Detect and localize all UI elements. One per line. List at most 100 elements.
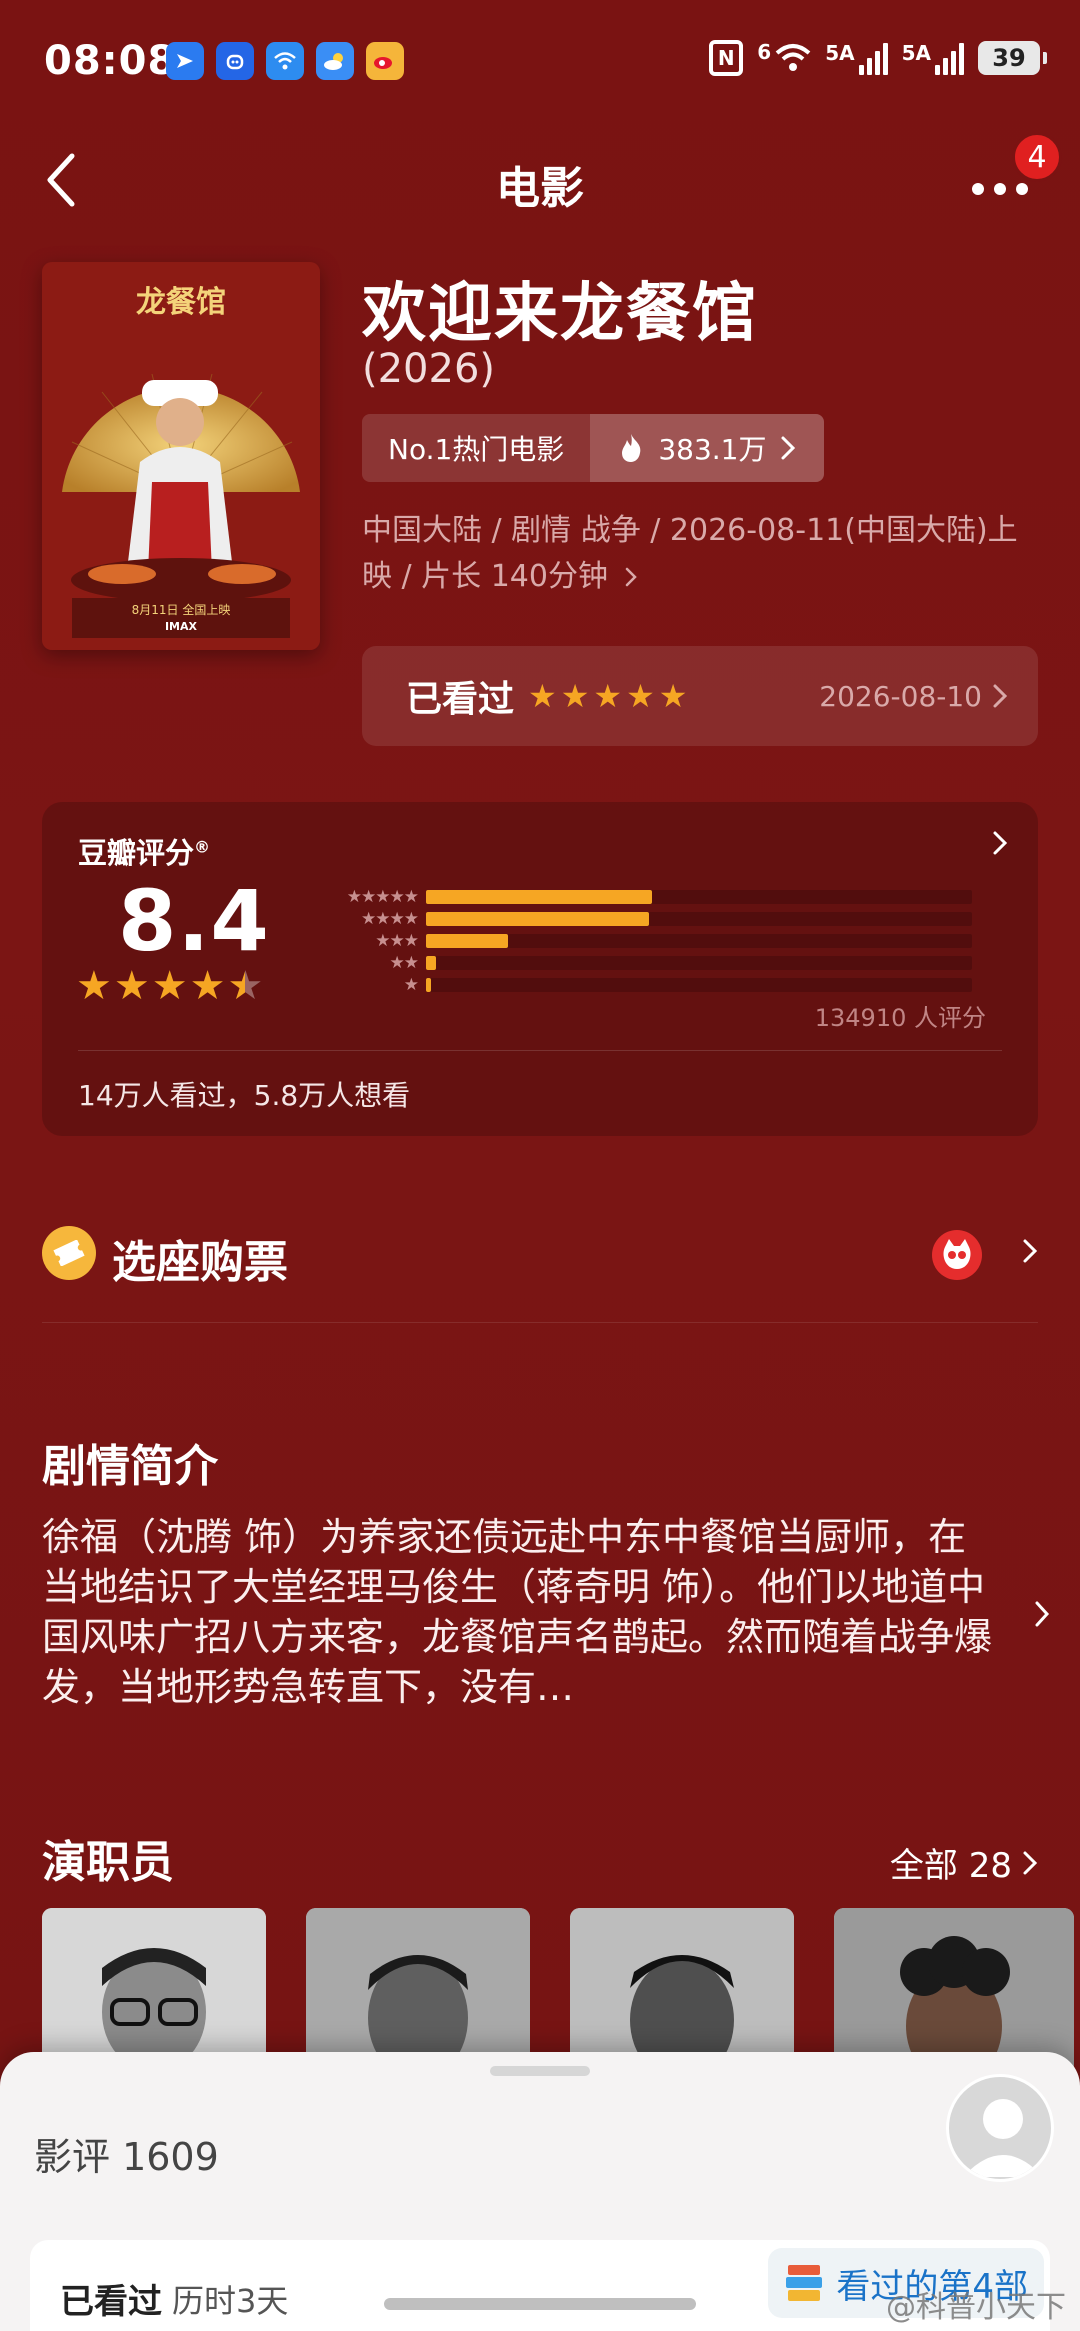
rating-brand-text: 豆瓣评分 <box>78 836 195 870</box>
watermark: @科普小天下 <box>886 2290 1066 2325</box>
review-duration: 历时3天 <box>172 2282 289 2320</box>
star-icon: ★ <box>76 963 112 1009</box>
chevron-right-icon <box>625 567 637 587</box>
rating-bar-row: ★★ <box>310 952 1010 974</box>
seen-date-text: 2026-08-10 <box>819 679 982 713</box>
movie-title: 欢迎来龙餐馆 <box>362 277 758 351</box>
star-icon: ★ <box>151 963 188 1009</box>
book-stack-icon <box>786 2265 823 2301</box>
synopsis-title: 剧情简介 <box>42 1441 218 1492</box>
rating-bar-stars: ★★ <box>389 953 419 973</box>
star-icon: ★ <box>189 963 226 1009</box>
movie-meta[interactable]: 中国大陆 / 剧情 战争 / 2026-08-11(中国大陆)上映 / 片长 1… <box>362 508 1022 600</box>
robot-app-icon <box>216 42 254 80</box>
svg-text:龙餐馆: 龙餐馆 <box>136 285 226 320</box>
rating-bar-stars: ★★★★ <box>361 909 419 929</box>
seen-label: 已看过 <box>406 679 515 720</box>
ticket-chevron <box>1022 1238 1038 1268</box>
bird-app-icon <box>166 42 204 80</box>
star-icon: ★ <box>560 677 590 715</box>
rating-bar-row: ★ <box>310 974 1010 996</box>
star-icon: ★ <box>593 677 623 715</box>
signal-2: 5A <box>902 41 964 75</box>
movie-meta-text: 中国大陆 / 剧情 战争 / 2026-08-11(中国大陆)上映 / 片长 1… <box>362 513 1018 594</box>
rank-label: No.1热门电影 <box>362 414 591 482</box>
cast-all-label: 全部 28 <box>889 1846 1012 1886</box>
rating-brand-mark: ® <box>194 837 211 857</box>
home-indicator[interactable] <box>384 2298 696 2310</box>
star-icon: ★ <box>626 677 655 715</box>
network-type-2: 5A <box>825 41 855 65</box>
ticket-icon <box>42 1226 96 1280</box>
network-type-3: 5A <box>901 41 931 65</box>
rating-bar-track <box>426 978 972 992</box>
heat-chip[interactable]: 383.1万 <box>590 414 825 482</box>
divider <box>42 1322 1038 1323</box>
rank-chip[interactable]: No.1热门电影 383.1万 <box>362 414 825 482</box>
fire-icon <box>622 434 641 462</box>
svg-text:8月11日 全国上映: 8月11日 全国上映 <box>132 602 231 617</box>
movie-poster[interactable]: 龙餐馆 8月11日 全国上映 IMAX <box>42 262 320 650</box>
divider <box>78 1050 1002 1051</box>
star-icon: ★ <box>658 677 688 715</box>
buy-ticket-row[interactable]: 选座购票 <box>42 1196 1038 1326</box>
chevron-right-icon <box>781 436 796 460</box>
cast-all-button[interactable]: 全部 28 <box>890 1838 1038 1887</box>
notification-badge: 4 <box>1012 132 1062 182</box>
svg-text:IMAX: IMAX <box>165 620 198 633</box>
status-bar: 08:08 N 6 5A 5A 39 <box>0 0 1080 120</box>
watched-summary: 14万人看过，5.8万人想看 <box>78 1079 411 1112</box>
rating-bar-stars: ★★★★★ <box>346 887 419 907</box>
weibo-app-icon <box>366 42 404 80</box>
rating-score: 8.4 <box>118 872 270 970</box>
rating-bar-stars: ★ <box>403 975 419 995</box>
avatar[interactable] <box>946 2074 1054 2182</box>
rating-stars: ★ ★ ★ ★ ★ <box>76 966 263 1006</box>
heat-value: 383.1万 <box>658 433 767 466</box>
seen-status-card[interactable]: 已看过 ★ ★ ★ ★ ★ 2026-08-10 <box>362 646 1038 746</box>
weather-app-icon <box>316 42 354 80</box>
nfc-icon: N <box>709 40 744 76</box>
signal-bars-icon <box>935 41 964 75</box>
chevron-right-icon <box>1023 1851 1038 1874</box>
rating-count: 134910 人评分 <box>814 1004 986 1032</box>
my-rating-stars: ★ ★ ★ ★ ★ <box>528 680 687 712</box>
rating-bar-fill <box>426 912 650 926</box>
chevron-right-icon <box>993 684 1008 708</box>
star-icon: ★ <box>528 677 557 715</box>
wifi-app-icon <box>266 42 304 80</box>
rating-detail-button[interactable] <box>992 830 1008 860</box>
rating-bar-track <box>426 890 972 904</box>
battery-level: 39 <box>992 44 1026 72</box>
chevron-right-icon <box>993 831 1008 855</box>
rating-bar-fill <box>426 978 431 992</box>
rating-bar-fill <box>426 890 653 904</box>
rating-bar-row: ★★★★★ <box>310 886 1010 908</box>
rating-bar-fill <box>426 934 508 948</box>
wifi-icon <box>775 44 811 71</box>
sheet-drag-handle[interactable] <box>490 2066 590 2076</box>
rating-bar-track <box>426 956 972 970</box>
rating-distribution: ★★★★★ ★★★★ ★★★ ★★ ★ <box>310 886 1010 996</box>
rating-bar-stars: ★★★ <box>375 931 419 951</box>
rating-bar-fill <box>426 956 436 970</box>
status-time: 08:08 <box>44 38 177 84</box>
battery-icon: 39 <box>978 41 1047 75</box>
screen: 08:08 N 6 5A 5A 39 电影 4 龙餐馆 8月11日 全国上映 I… <box>0 0 1080 2331</box>
synopsis-expand-button[interactable] <box>1034 1600 1050 1632</box>
avatar-icon <box>963 2099 1043 2177</box>
rating-bar-track <box>426 912 972 926</box>
synopsis-text[interactable]: 徐福（沈腾 饰）为养家还债远赴中东中餐馆当厨师，在当地结识了大堂经理马俊生（蒋奇… <box>42 1512 1002 1712</box>
more-icon <box>972 183 1028 195</box>
review-seen-label: 已看过 <box>60 2282 162 2322</box>
seen-date: 2026-08-10 <box>819 680 1008 713</box>
signal-1: 5A <box>825 41 888 75</box>
rating-brand: 豆瓣评分® <box>78 830 210 872</box>
douban-rating-card[interactable]: 豆瓣评分® 8.4 ★ ★ ★ ★ ★ ★★★★★ ★★★★ ★★★ ★★ ★ 134910 人… <box>42 802 1038 1136</box>
status-app-icons <box>166 42 404 80</box>
rating-bar-row: ★★★ <box>310 930 1010 952</box>
chevron-right-icon <box>1023 1239 1038 1263</box>
movie-year: (2026) <box>362 346 496 392</box>
signal-bars-icon <box>858 41 888 75</box>
star-icon: ★ <box>113 963 150 1009</box>
